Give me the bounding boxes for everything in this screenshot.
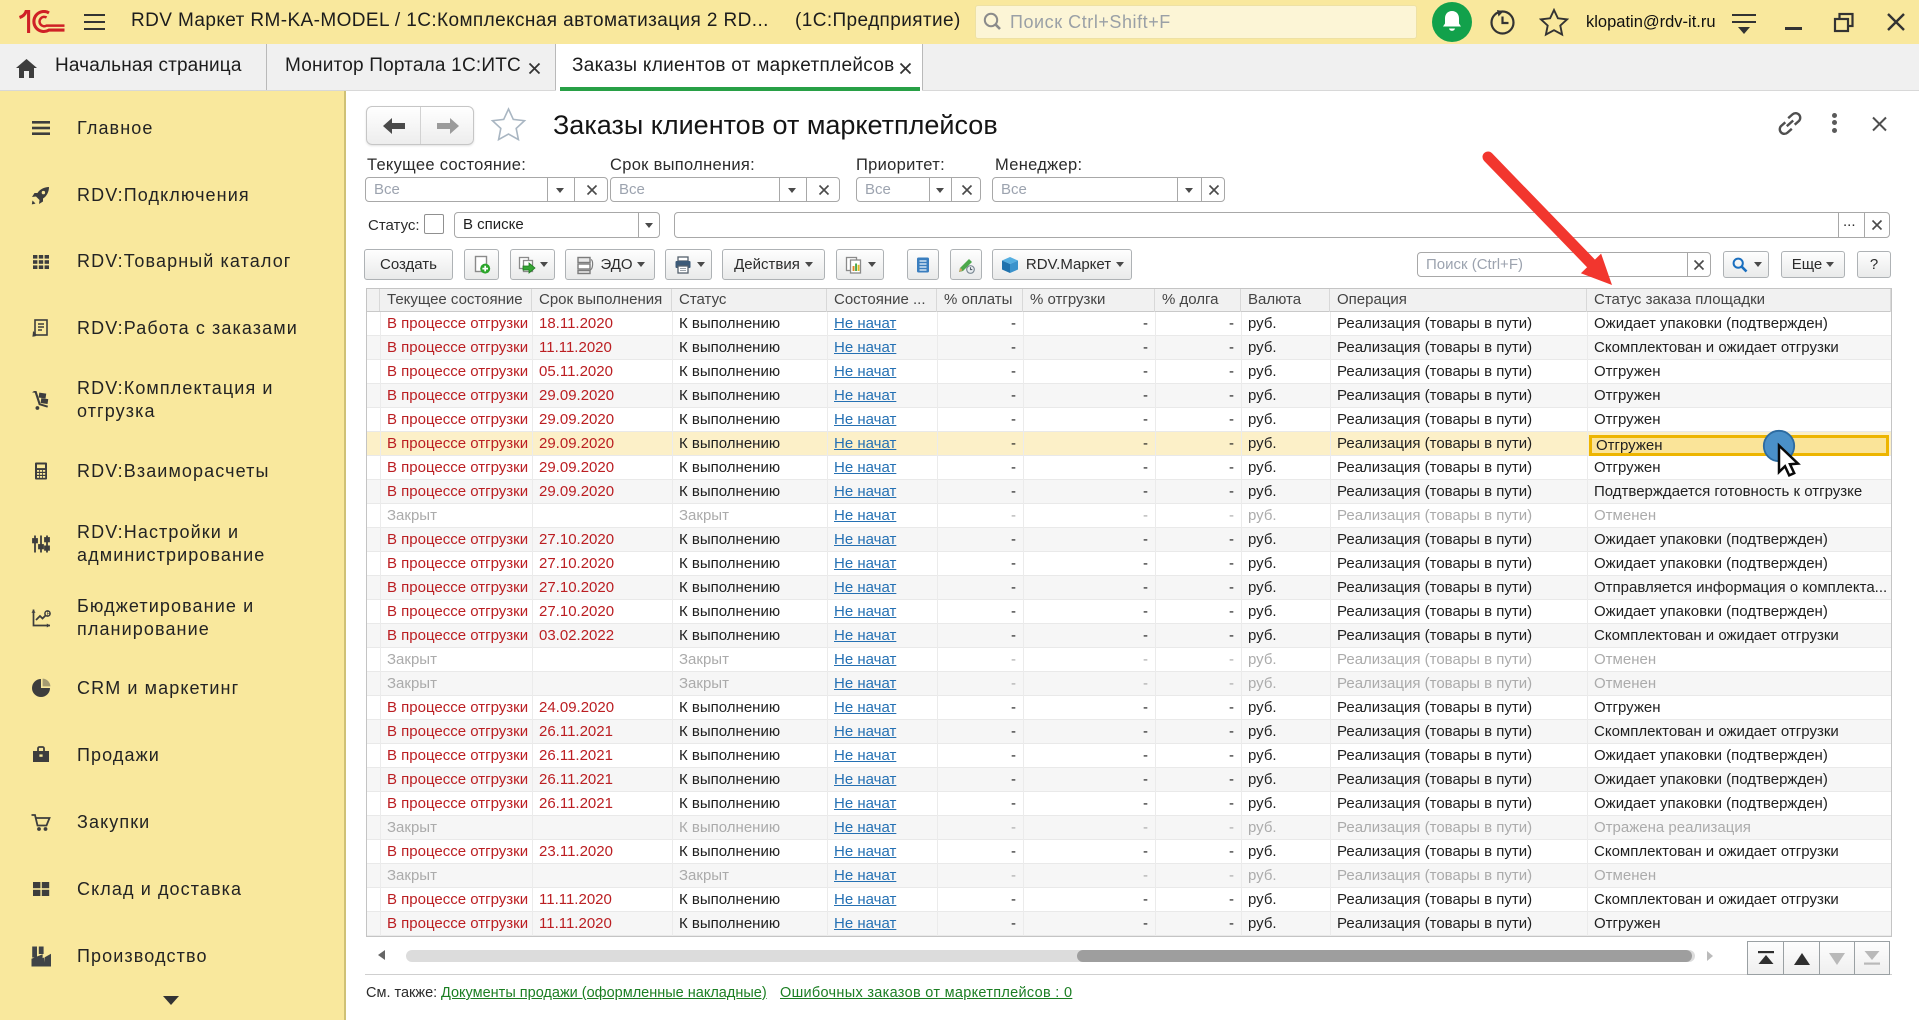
svg-text:Р: Р (47, 611, 51, 617)
